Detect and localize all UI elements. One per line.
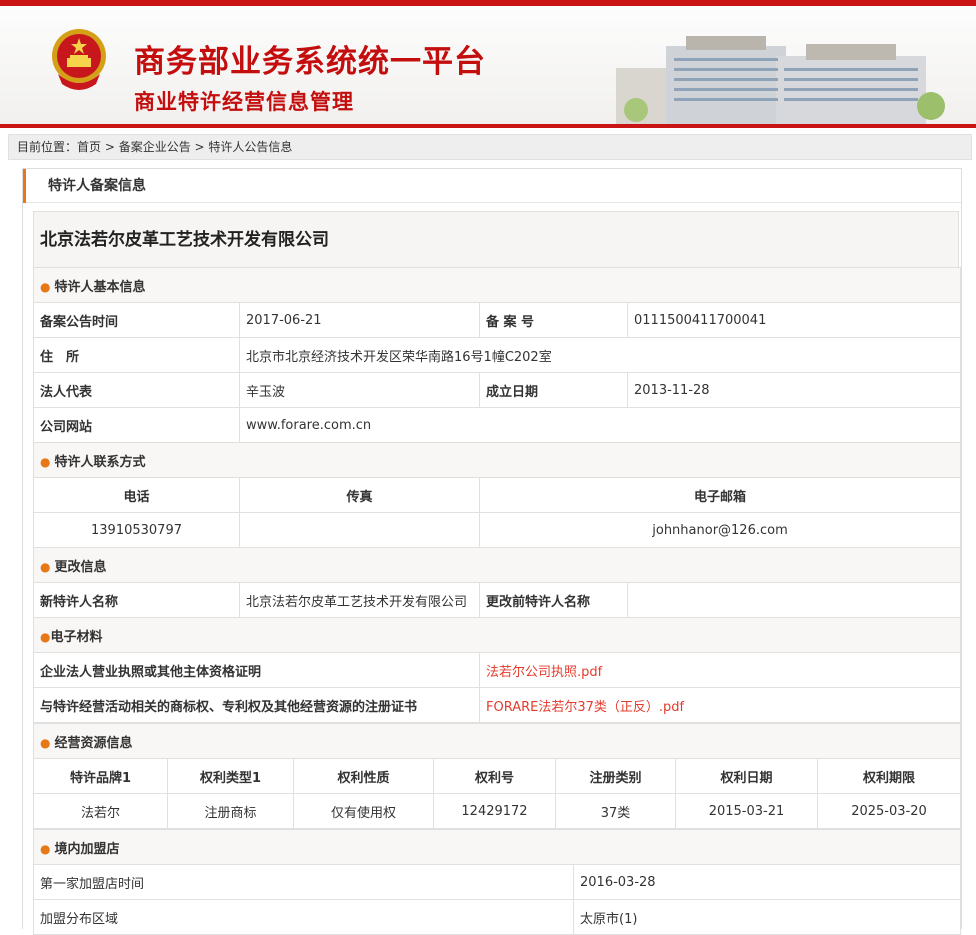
right-date-header: 权利日期	[675, 758, 818, 794]
reg-class-cell: 37类	[555, 793, 676, 829]
first-store-value: 2016-03-28	[573, 864, 961, 900]
bullet-icon: ●	[40, 629, 51, 644]
bullet-icon: ●	[40, 454, 51, 469]
license-file-cell: 法若尔公司执照.pdf	[479, 652, 961, 688]
building-illustration-icon	[616, 36, 945, 124]
section-resources: ● 经营资源信息	[33, 723, 961, 759]
fax-header: 传真	[239, 477, 480, 513]
section-contact: ● 特许人联系方式	[33, 442, 961, 478]
filing-date-value: 2017-06-21	[239, 302, 480, 338]
right-date-cell: 2015-03-21	[675, 793, 818, 829]
old-name-label: 更改前特许人名称	[479, 582, 628, 618]
right-term-cell: 2025-03-20	[817, 793, 961, 829]
contact-table: ● 特许人联系方式 电话 传真 电子邮箱 13910530797 johnhano…	[33, 442, 961, 548]
reg-class-header: 注册类别	[555, 758, 676, 794]
founded-date-label: 成立日期	[479, 372, 628, 408]
region-label: 加盟分布区域	[33, 899, 574, 935]
certificate-pdf-link[interactable]: FORARE法若尔37类（正反）.pdf	[486, 700, 684, 715]
breadcrumb-separator: >	[101, 140, 119, 154]
breadcrumb-separator: >	[190, 140, 209, 154]
record-number-label: 备 案 号	[479, 302, 628, 338]
panel-title: 特许人备案信息	[23, 169, 961, 203]
filing-date-label: 备案公告时间	[33, 302, 240, 338]
platform-title: 商务部业务系统统一平台	[134, 44, 486, 80]
license-pdf-link[interactable]: 法若尔公司执照.pdf	[486, 665, 602, 680]
right-type-cell: 注册商标	[167, 793, 294, 829]
right-nature-cell: 仅有使用权	[293, 793, 434, 829]
section-basic-info: ● 特许人基本信息	[33, 267, 961, 303]
legal-rep-label: 法人代表	[33, 372, 240, 408]
section-change-info: ● 更改信息	[33, 547, 961, 583]
license-label: 企业法人营业执照或其他主体资格证明	[33, 652, 480, 688]
section-materials: ●电子材料	[33, 617, 961, 653]
platform-subtitle: 商业特许经营信息管理	[134, 90, 354, 114]
right-nature-header: 权利性质	[293, 758, 434, 794]
bullet-icon: ●	[40, 735, 51, 750]
region-value: 太原市(1)	[573, 899, 961, 935]
breadcrumb: 目前位置：首页 > 备案企业公告 > 特许人公告信息	[8, 134, 972, 160]
legal-rep-value: 辛玉波	[239, 372, 480, 408]
website-label: 公司网站	[33, 407, 240, 443]
header-banner: 商务部业务系统统一平台 商业特许经营信息管理	[0, 0, 976, 128]
breadcrumb-prefix: 目前位置：	[17, 140, 78, 154]
table-row: 法若尔 注册商标 仅有使用权 12429172 37类 2015-03-21 2…	[33, 793, 961, 829]
email-header: 电子邮箱	[479, 477, 961, 513]
resources-table: ● 经营资源信息 特许品牌1 权利类型1 权利性质 权利号 注册类别 权利日期 权…	[33, 723, 961, 829]
company-name: 北京法若尔皮革工艺技术开发有限公司	[33, 211, 959, 267]
change-info-table: ● 更改信息 新特许人名称 北京法若尔皮革工艺技术开发有限公司 更改前特许人名称	[33, 547, 961, 618]
bullet-icon: ●	[40, 559, 51, 574]
certificate-file-cell: FORARE法若尔37类（正反）.pdf	[479, 687, 961, 723]
brand-cell: 法若尔	[33, 793, 168, 829]
phone-value: 13910530797	[33, 512, 240, 548]
breadcrumb-level2-link[interactable]: 备案企业公告	[119, 140, 191, 154]
basic-info-table: ● 特许人基本信息 备案公告时间 2017-06-21 备 案 号 0111500…	[33, 267, 961, 443]
right-type-header: 权利类型1	[167, 758, 294, 794]
record-number-value: 0111500411700041	[627, 302, 961, 338]
right-number-cell: 12429172	[433, 793, 556, 829]
materials-table: ●电子材料 企业法人营业执照或其他主体资格证明 法若尔公司执照.pdf 与特许经…	[33, 617, 961, 723]
brand-header: 特许品牌1	[33, 758, 168, 794]
email-value: johnhanor@126.com	[479, 512, 961, 548]
address-value: 北京市北京经济技术开发区荣华南路16号1幢C202室	[239, 337, 961, 373]
address-label: 住 所	[33, 337, 240, 373]
national-emblem-icon	[52, 29, 106, 90]
bullet-icon: ●	[40, 279, 51, 294]
section-domestic-stores: ● 境内加盟店	[33, 829, 961, 865]
first-store-label: 第一家加盟店时间	[33, 864, 574, 900]
new-name-value: 北京法若尔皮革工艺技术开发有限公司	[239, 582, 480, 618]
website-value: www.forare.com.cn	[239, 407, 961, 443]
breadcrumb-current: 特许人公告信息	[208, 140, 293, 154]
fax-value	[239, 512, 480, 548]
new-name-label: 新特许人名称	[33, 582, 240, 618]
bullet-icon: ●	[40, 841, 51, 856]
phone-header: 电话	[33, 477, 240, 513]
franchisor-panel: 特许人备案信息 北京法若尔皮革工艺技术开发有限公司 ● 特许人基本信息 备案公告时…	[22, 168, 962, 935]
breadcrumb-home-link[interactable]: 首页	[77, 140, 101, 154]
certificate-label: 与特许经营活动相关的商标权、专利权及其他经营资源的注册证书	[33, 687, 480, 723]
domestic-stores-table: ● 境内加盟店 第一家加盟店时间 2016-03-28 加盟分布区域 太原市(1)	[33, 829, 961, 935]
right-term-header: 权利期限	[817, 758, 961, 794]
right-number-header: 权利号	[433, 758, 556, 794]
old-name-value	[627, 582, 961, 618]
founded-date-value: 2013-11-28	[627, 372, 961, 408]
